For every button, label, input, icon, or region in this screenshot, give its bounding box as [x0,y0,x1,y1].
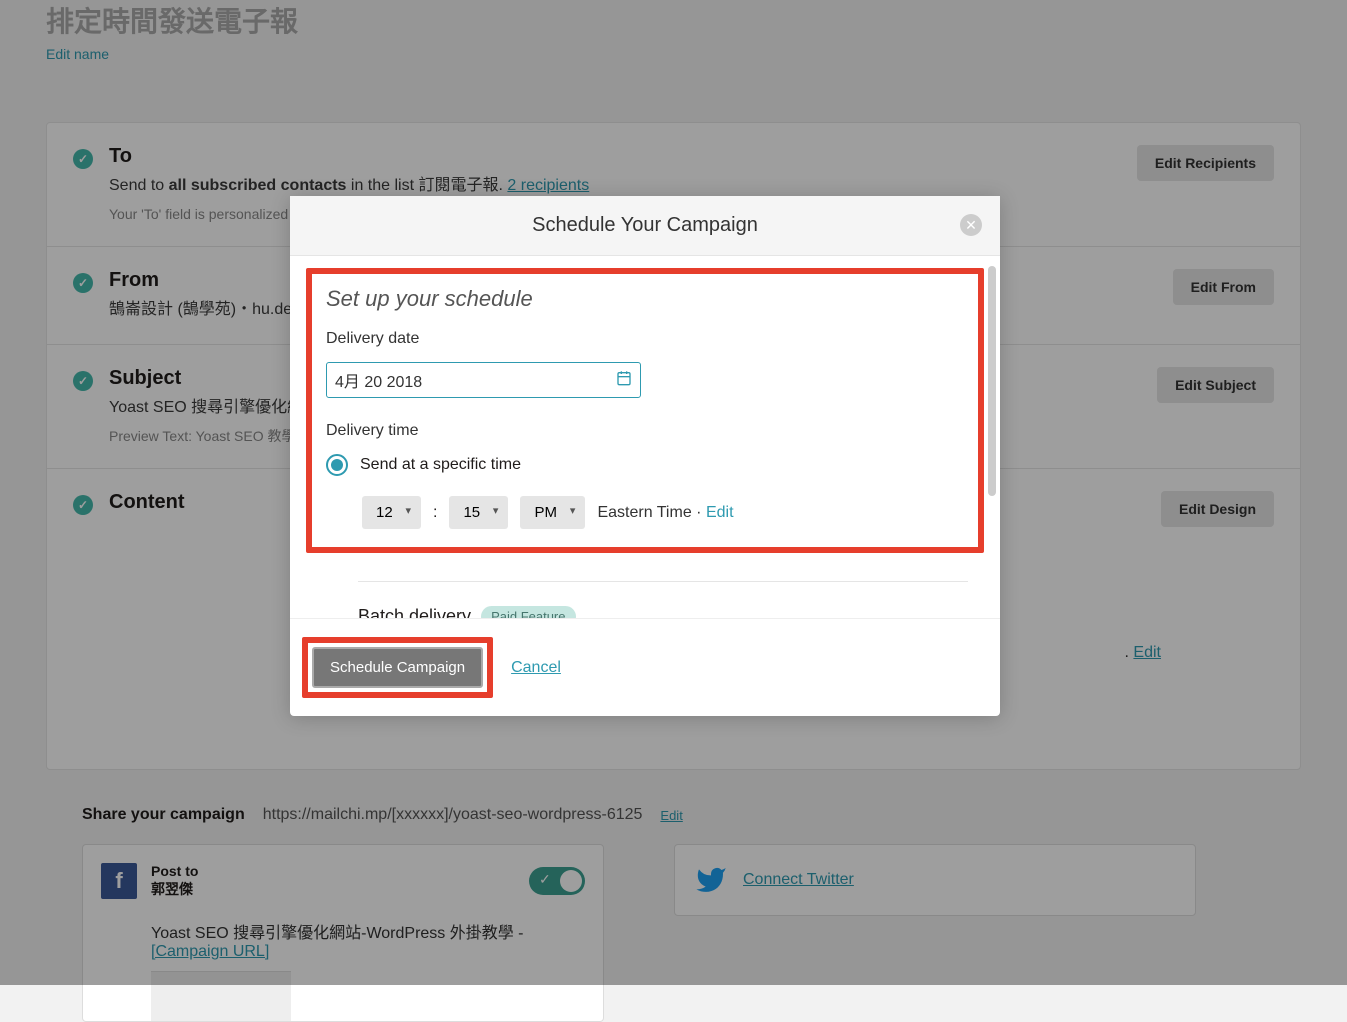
specific-time-label: Send at a specific time [360,456,521,474]
paid-feature-badge: Paid Feature [481,606,575,618]
delivery-time-label: Delivery time [326,422,964,440]
batch-title: Batch delivery [358,606,471,618]
minute-select[interactable]: 15 [449,496,508,529]
ampm-select[interactable]: PM [520,496,585,529]
specific-time-radio[interactable] [326,454,348,476]
delivery-date-label: Delivery date [326,330,964,348]
hour-select[interactable]: 12 [362,496,421,529]
batch-section: Batch delivery Paid Feature Deliver your… [358,581,968,618]
modal-title: Schedule Your Campaign [308,214,982,237]
time-colon: : [433,504,437,522]
close-icon[interactable]: ✕ [960,214,982,236]
schedule-heading: Set up your schedule [326,286,964,312]
schedule-highlight: Set up your schedule Delivery date Deliv… [306,268,984,553]
timezone-edit-link[interactable]: Edit [706,504,734,521]
modal-footer: Schedule Campaign Cancel [290,618,1000,716]
schedule-modal: Schedule Your Campaign ✕ Set up your sch… [290,196,1000,716]
calendar-icon[interactable] [616,370,632,391]
cancel-link[interactable]: Cancel [511,659,561,677]
schedule-button-highlight: Schedule Campaign [302,637,493,698]
delivery-date-input[interactable] [335,371,616,389]
timezone-text: Eastern Time · [597,504,705,521]
schedule-campaign-button[interactable]: Schedule Campaign [312,647,483,688]
scrollbar[interactable] [988,266,996,606]
modal-header: Schedule Your Campaign ✕ [290,196,1000,256]
date-input-wrap[interactable] [326,362,641,398]
